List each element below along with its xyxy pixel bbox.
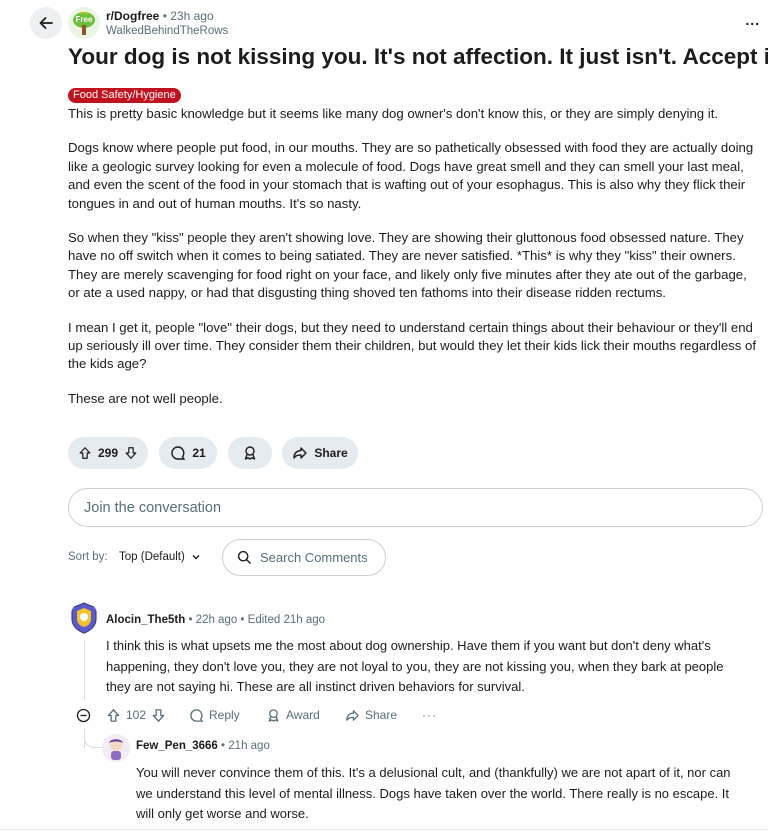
post-paragraph: I mean I get it, people "love" their dog… [68, 319, 757, 372]
share-button[interactable]: Share [282, 437, 358, 469]
post-author[interactable]: WalkedBehindTheRows [106, 25, 228, 37]
comment-text: I think this is what upsets me the most … [106, 638, 724, 695]
comment-meta: 22h ago • Edited 21h ago [195, 614, 326, 626]
award-icon [244, 446, 256, 460]
tree-icon: Dog Free [68, 7, 100, 39]
share-icon [346, 709, 359, 721]
comment-more-button[interactable]: ··· [422, 708, 437, 722]
subreddit-name[interactable]: r/Dogfree [106, 9, 159, 23]
share-label: Share [314, 446, 348, 460]
sort-value: Top (Default) [119, 551, 185, 563]
downvote-icon[interactable] [151, 708, 166, 723]
chevron-down-icon [192, 555, 200, 560]
divider [0, 829, 768, 830]
collapse-icon [76, 708, 91, 722]
post-time: 23h ago [170, 9, 214, 23]
comment-text: You will never convince them of this. It… [136, 765, 731, 822]
more-options-button[interactable]: ... [745, 12, 760, 28]
thread-line[interactable] [84, 640, 85, 700]
back-button[interactable] [30, 7, 62, 39]
comments-button[interactable]: 21 [159, 437, 217, 469]
comment-count: 21 [192, 446, 206, 460]
post-body: This is pretty basic knowledge but it se… [68, 105, 758, 424]
award-button[interactable]: Award [266, 708, 320, 723]
comment-icon [190, 708, 204, 722]
comment-author[interactable]: Few_Pen_3666 [136, 740, 218, 752]
post-flair[interactable]: Food Safety/Hygiene [68, 88, 181, 103]
search-icon [237, 550, 251, 564]
upvote-icon[interactable] [106, 708, 121, 723]
vote-control: 299 [68, 437, 148, 469]
comment-share-button[interactable]: Share [345, 708, 397, 723]
reply-connector [84, 735, 102, 748]
comment-meta: 21h ago [228, 740, 270, 752]
subreddit-line: r/Dogfree • 23h ago [106, 9, 214, 23]
award-button[interactable] [228, 437, 272, 469]
sort-dropdown[interactable]: Top (Default) [119, 551, 201, 563]
collapse-thread-button[interactable] [76, 708, 91, 723]
subreddit-icon-text: Free [76, 15, 93, 24]
share-icon [293, 447, 308, 459]
post-title: Your dog is not kissing you. It's not af… [68, 44, 768, 69]
vote-count: 299 [97, 446, 119, 460]
award-icon [268, 708, 279, 722]
award-label: Award [286, 708, 320, 722]
search-comments-button[interactable]: Search Comments [222, 539, 386, 576]
comment-author[interactable]: Alocin_The5th [106, 614, 185, 626]
comment-vote-count: 102 [126, 708, 147, 722]
comment-vote-control: 102 [106, 708, 166, 723]
comment-share-label: Share [365, 708, 398, 722]
reply-label: Reply [209, 708, 240, 722]
search-comments-label: Search Comments [260, 550, 368, 565]
downvote-icon[interactable] [124, 445, 138, 461]
badge-avatar-icon [71, 602, 97, 634]
comment-author-line: Alocin_The5th • 22h ago • Edited 21h ago [106, 614, 326, 626]
avatar[interactable] [70, 602, 98, 634]
upvote-icon[interactable] [78, 445, 92, 461]
post-paragraph: So when they "kiss" people they aren't s… [68, 230, 747, 301]
comment-composer[interactable]: Join the conversation [68, 488, 763, 527]
sort-label: Sort by: [68, 551, 108, 563]
avatar[interactable] [102, 734, 130, 762]
character-avatar-icon [102, 734, 130, 762]
comment-icon [171, 446, 186, 460]
post-paragraph: This is pretty basic knowledge but it se… [68, 106, 719, 121]
post-paragraph: These are not well people. [68, 390, 223, 406]
subreddit-avatar[interactable]: Dog Free [68, 7, 100, 39]
comment-author-line: Few_Pen_3666 • 21h ago [136, 740, 270, 752]
reply-button[interactable]: Reply [189, 708, 240, 723]
post-paragraph: Dogs know where people put food, in our … [68, 140, 754, 211]
separator: • [162, 9, 167, 23]
composer-placeholder: Join the conversation [84, 499, 222, 516]
arrow-left-icon [39, 17, 53, 29]
